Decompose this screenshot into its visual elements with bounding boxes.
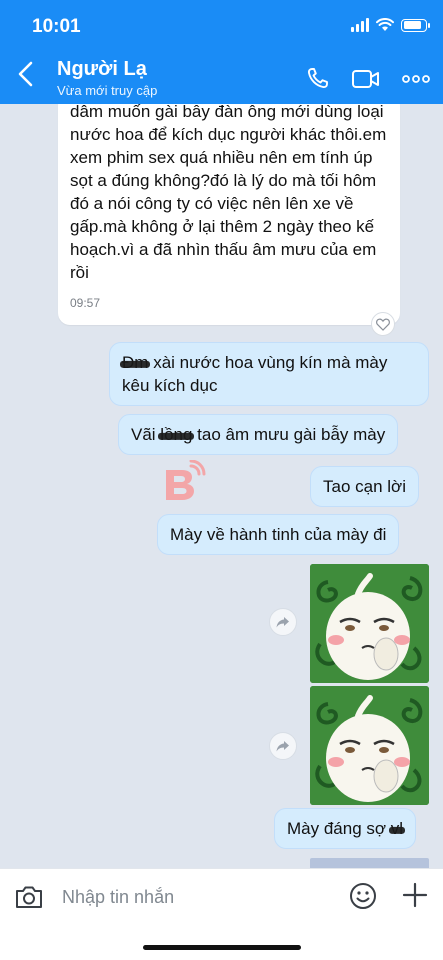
chat-area[interactable]: dâm muốn gài bẫy đàn ông mới dùng loại n… [0, 104, 443, 868]
outgoing-message[interactable]: Mày về hành tinh của mày đi [157, 514, 400, 555]
sticker-image[interactable] [310, 564, 429, 683]
incoming-message-text: dâm muốn gài bẫy đàn ông mới dùng loại n… [70, 104, 387, 282]
outgoing-message[interactable]: Tao cạn lời [310, 466, 419, 507]
outgoing-message-text: Tao cạn lời [323, 477, 406, 496]
wifi-icon [376, 18, 394, 31]
outgoing-message-text: tao âm mưu gài bẫy mày [192, 425, 386, 444]
scribbled-word: Đm [122, 353, 149, 372]
last-seen-status: Vừa mới truy cập [57, 83, 158, 98]
sticker-image[interactable] [310, 686, 429, 805]
outgoing-message-text: xài nước hoa vùng kín mà mày kêu kích dụ… [122, 353, 388, 395]
outgoing-message[interactable]: Vãi lồng tao âm mưu gài bẫy mày [118, 414, 399, 455]
outgoing-message-text: Mày về hành tinh của mày đi [170, 525, 387, 544]
chat-header: Người Lạ Vừa mới truy cập [0, 54, 443, 104]
message-input[interactable] [62, 881, 332, 913]
message-input-bar [0, 868, 443, 960]
back-icon[interactable] [14, 60, 38, 88]
video-icon[interactable] [351, 66, 381, 92]
heart-icon[interactable] [371, 312, 395, 336]
plus-icon[interactable] [401, 881, 429, 909]
scribbled-word: vl [390, 819, 404, 838]
outgoing-message-text: Vãi [131, 425, 161, 444]
scribbled-word: lồng [160, 425, 193, 444]
share-icon[interactable] [269, 732, 297, 760]
outgoing-message[interactable]: Mày đáng sợ vl [274, 808, 417, 849]
status-icons [351, 18, 430, 32]
camera-icon[interactable] [13, 881, 45, 913]
phone-icon[interactable] [304, 66, 334, 92]
emoji-icon[interactable] [348, 881, 378, 911]
watermark-logo [166, 460, 206, 500]
battery-icon [401, 18, 430, 32]
outgoing-message-text: Mày đáng sợ [287, 819, 391, 838]
status-bar: 10:01 [0, 14, 443, 40]
outgoing-message[interactable]: Đm xài nước hoa vùng kín mà mày kêu kích… [109, 342, 429, 406]
share-icon[interactable] [269, 608, 297, 636]
contact-name[interactable]: Người Lạ [57, 58, 147, 81]
home-indicator [143, 945, 301, 950]
partial-image-preview[interactable] [310, 858, 429, 868]
top-bar: 10:01 Người Lạ Vừa mới truy cập [0, 0, 443, 104]
more-icon[interactable] [401, 66, 431, 92]
status-time: 10:01 [32, 16, 81, 37]
message-timestamp: 09:57 [70, 296, 101, 310]
incoming-message[interactable]: dâm muốn gài bẫy đàn ông mới dùng loại n… [58, 104, 400, 325]
signal-icon [351, 18, 369, 32]
